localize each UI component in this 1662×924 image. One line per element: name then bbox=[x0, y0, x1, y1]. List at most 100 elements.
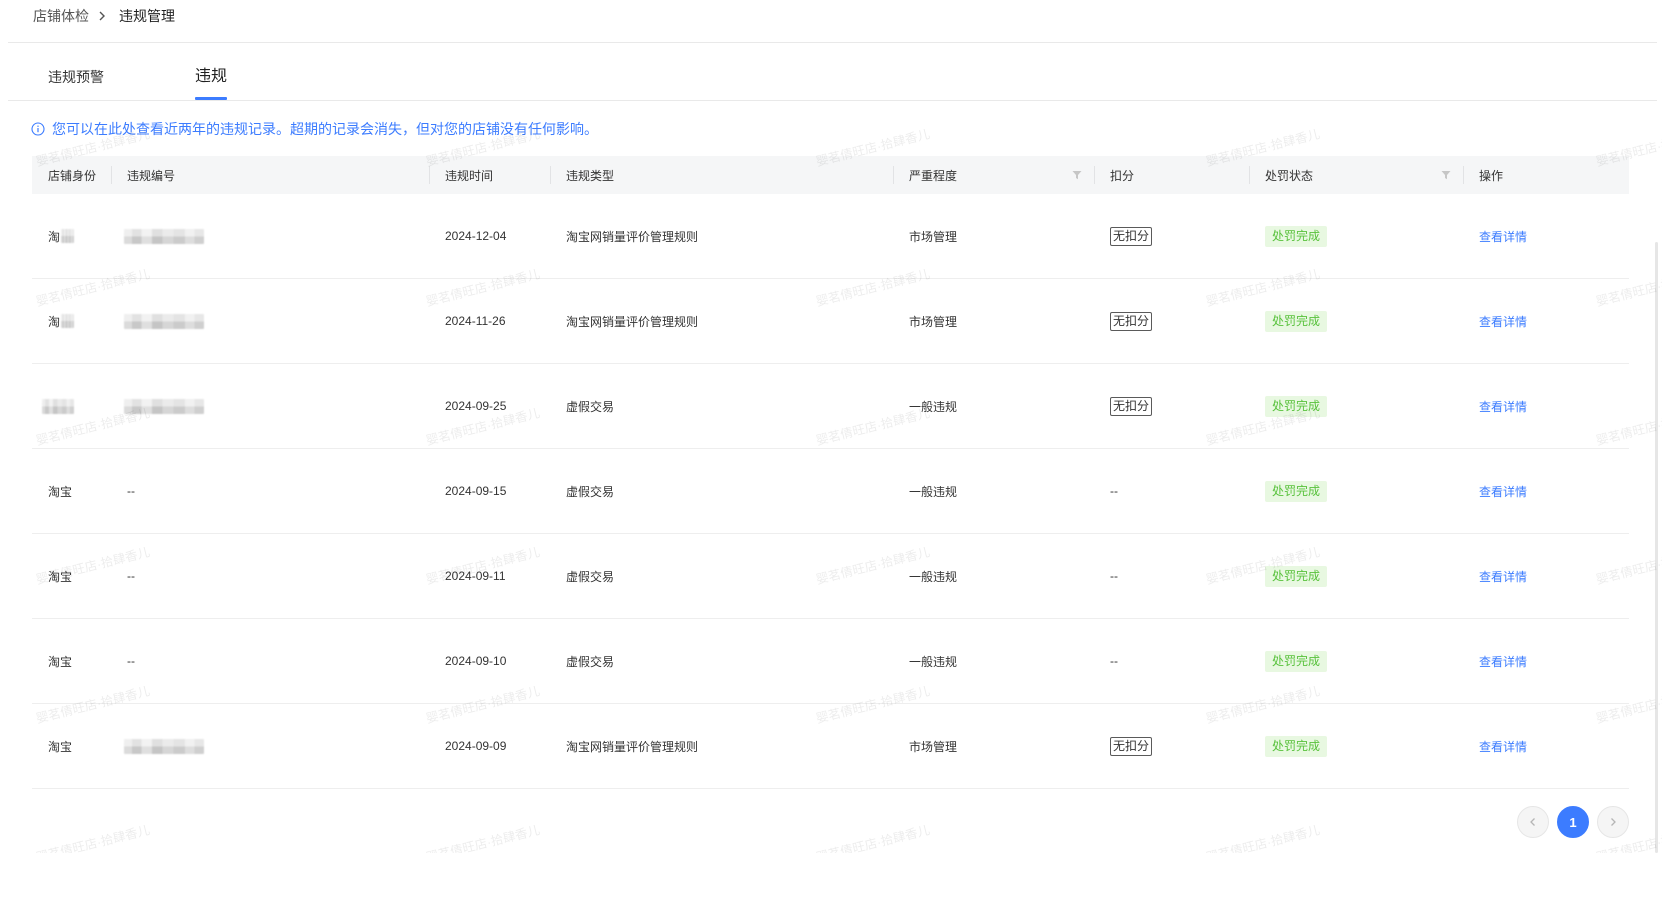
prev-page-button[interactable] bbox=[1517, 806, 1549, 838]
cell-violation-id bbox=[111, 704, 429, 788]
cell-actions: 查看详情 bbox=[1463, 449, 1629, 533]
violation-type-text: 淘宝网销量评价管理规则 bbox=[566, 739, 699, 754]
no-deduction-badge: 无扣分 bbox=[1110, 396, 1153, 416]
notice-text: 您可以在此处查看近两年的违规记录。超期的记录会消失，但对您的店铺没有任何影响。 bbox=[52, 121, 598, 137]
severity-text: 市场管理 bbox=[909, 739, 958, 754]
violation-type-text: 虚假交易 bbox=[566, 484, 615, 499]
view-details-link[interactable]: 查看详情 bbox=[1479, 398, 1527, 415]
violation-time-text: 2024-11-26 bbox=[445, 314, 506, 328]
violation-type-text: 虚假交易 bbox=[566, 654, 615, 669]
cell-actions: 查看详情 bbox=[1463, 194, 1629, 278]
violation-type-text: 淘宝网销量评价管理规则 bbox=[566, 314, 699, 329]
cell-violation-type: 淘宝网销量评价管理规则 bbox=[550, 194, 893, 278]
masked-shop-identity bbox=[61, 229, 75, 243]
shop-identity-text: 淘宝 bbox=[48, 739, 73, 754]
deduction-text: -- bbox=[1110, 484, 1118, 498]
page-1-button[interactable]: 1 bbox=[1557, 806, 1589, 838]
cell-shop-identity: 淘宝 bbox=[32, 704, 111, 788]
cell-actions: 查看详情 bbox=[1463, 619, 1629, 703]
cell-penalty-status: 处罚完成 bbox=[1249, 364, 1463, 448]
table-row: 淘宝 -- 2024-09-10 虚假交易 一般违规 -- 处罚完成 查看详情 bbox=[32, 619, 1629, 704]
severity-text: 一般违规 bbox=[909, 399, 958, 414]
view-details-link[interactable]: 查看详情 bbox=[1479, 568, 1527, 585]
cell-shop-identity: 淘 bbox=[32, 194, 111, 278]
cell-penalty-status: 处罚完成 bbox=[1249, 619, 1463, 703]
violation-table: 店铺身份 违规编号 违规时间 违规类型 严重程度 扣分 处罚状态 操作 淘 2024-12-04… bbox=[32, 156, 1629, 789]
violation-time-text: 2024-09-10 bbox=[445, 654, 507, 668]
no-deduction-badge: 无扣分 bbox=[1110, 311, 1153, 331]
next-page-button[interactable] bbox=[1597, 806, 1629, 838]
table-row: 淘宝 -- 2024-09-15 虚假交易 一般违规 -- 处罚完成 查看详情 bbox=[32, 449, 1629, 534]
cell-violation-id bbox=[111, 194, 429, 278]
cell-deduction: -- bbox=[1094, 449, 1249, 533]
cell-actions: 查看详情 bbox=[1463, 534, 1629, 618]
cell-severity: 市场管理 bbox=[893, 279, 1094, 363]
cell-severity: 市场管理 bbox=[893, 194, 1094, 278]
tab-bar-divider bbox=[8, 100, 1657, 101]
cell-actions: 查看详情 bbox=[1463, 704, 1629, 788]
violation-id-text: -- bbox=[127, 654, 135, 668]
view-details-link[interactable]: 查看详情 bbox=[1479, 228, 1527, 245]
violation-management-page: 店铺体检 违规管理 违规预警 违规 您可以在此处查看近两年的违规记录。超期的记录… bbox=[0, 0, 1662, 924]
severity-text: 市场管理 bbox=[909, 229, 958, 244]
cell-deduction: 无扣分 bbox=[1094, 704, 1249, 788]
filter-icon[interactable] bbox=[1072, 170, 1082, 180]
info-icon bbox=[31, 122, 45, 136]
tab-violation-warning[interactable]: 违规预警 bbox=[48, 68, 104, 86]
tab-label: 违规预警 bbox=[48, 69, 104, 85]
cell-severity: 一般违规 bbox=[893, 364, 1094, 448]
violation-id-text: -- bbox=[127, 569, 135, 583]
column-header-label: 违规时间 bbox=[445, 168, 494, 183]
vertical-scrollbar[interactable] bbox=[1655, 242, 1658, 853]
cell-severity: 一般违规 bbox=[893, 449, 1094, 533]
cell-violation-id bbox=[111, 279, 429, 363]
penalty-status-badge: 处罚完成 bbox=[1265, 395, 1328, 417]
cell-violation-id: -- bbox=[111, 534, 429, 618]
cell-violation-id bbox=[111, 364, 429, 448]
cell-penalty-status: 处罚完成 bbox=[1249, 279, 1463, 363]
masked-shop-identity bbox=[42, 398, 74, 414]
violation-time-text: 2024-09-25 bbox=[445, 399, 507, 413]
cell-severity: 一般违规 bbox=[893, 619, 1094, 703]
cell-severity: 一般违规 bbox=[893, 534, 1094, 618]
cell-penalty-status: 处罚完成 bbox=[1249, 704, 1463, 788]
masked-violation-id bbox=[124, 738, 204, 754]
column-header-deduction: 扣分 bbox=[1094, 156, 1249, 194]
view-details-link[interactable]: 查看详情 bbox=[1479, 483, 1527, 500]
column-header-label: 处罚状态 bbox=[1265, 168, 1314, 183]
breadcrumb-item-shop-checkup[interactable]: 店铺体检 bbox=[33, 7, 89, 25]
cell-violation-type: 虚假交易 bbox=[550, 534, 893, 618]
column-header-actions: 操作 bbox=[1463, 156, 1629, 194]
cell-violation-time: 2024-09-25 bbox=[429, 364, 550, 448]
cell-deduction: 无扣分 bbox=[1094, 279, 1249, 363]
view-details-link[interactable]: 查看详情 bbox=[1479, 653, 1527, 670]
cell-violation-type: 淘宝网销量评价管理规则 bbox=[550, 279, 893, 363]
penalty-status-badge: 处罚完成 bbox=[1265, 565, 1328, 587]
cell-violation-time: 2024-12-04 bbox=[429, 194, 550, 278]
cell-actions: 查看详情 bbox=[1463, 364, 1629, 448]
masked-violation-id bbox=[124, 313, 204, 329]
tab-violation[interactable]: 违规 bbox=[195, 66, 228, 100]
watermark-text: 婴茗倩旺店·拾肆香儿 bbox=[34, 823, 152, 853]
header-divider bbox=[8, 42, 1657, 43]
violation-id-text: -- bbox=[127, 484, 135, 498]
masked-shop-identity bbox=[61, 314, 75, 328]
cell-violation-id: -- bbox=[111, 619, 429, 703]
cell-shop-identity bbox=[32, 364, 111, 448]
view-details-link[interactable]: 查看详情 bbox=[1479, 313, 1527, 330]
tab-label: 违规 bbox=[195, 68, 228, 85]
masked-violation-id bbox=[124, 228, 204, 244]
cell-severity: 市场管理 bbox=[893, 704, 1094, 788]
view-details-link[interactable]: 查看详情 bbox=[1479, 738, 1527, 755]
cell-penalty-status: 处罚完成 bbox=[1249, 534, 1463, 618]
column-header-shop-identity: 店铺身份 bbox=[32, 156, 111, 194]
chevron-right-icon bbox=[98, 11, 106, 21]
column-header-violation-type: 违规类型 bbox=[550, 156, 893, 194]
violation-type-text: 虚假交易 bbox=[566, 569, 615, 584]
shop-identity-text: 淘 bbox=[48, 229, 61, 244]
filter-icon[interactable] bbox=[1441, 170, 1451, 180]
penalty-status-badge: 处罚完成 bbox=[1265, 650, 1328, 672]
severity-text: 一般违规 bbox=[909, 654, 958, 669]
breadcrumb-item-violation-management: 违规管理 bbox=[119, 8, 175, 24]
column-header-violation-id: 违规编号 bbox=[111, 156, 429, 194]
